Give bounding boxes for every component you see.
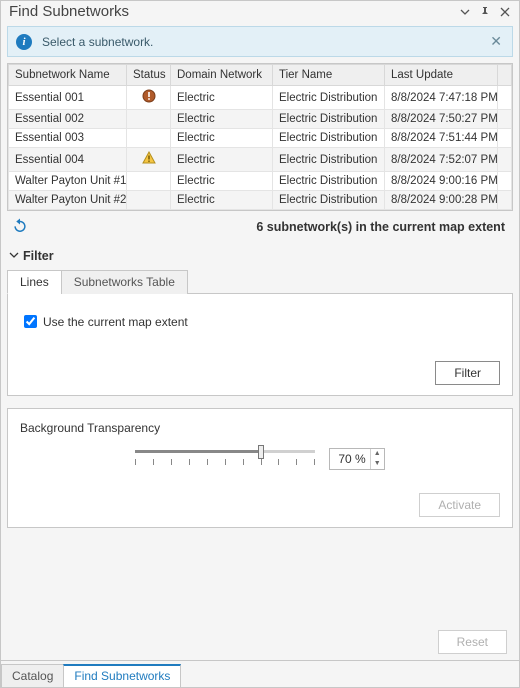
- use-extent-label: Use the current map extent: [43, 315, 188, 329]
- col-subnetwork-name[interactable]: Subnetwork Name: [9, 65, 127, 86]
- info-message: Select a subnetwork.: [42, 35, 488, 49]
- info-close-icon[interactable]: ✕: [488, 33, 504, 50]
- cell-domain-network: Electric: [171, 172, 273, 191]
- filter-expander[interactable]: Filter: [7, 247, 513, 267]
- cell-domain-network: Electric: [171, 129, 273, 148]
- cell-domain-network: Electric: [171, 148, 273, 172]
- table-header-row: Subnetwork Name Status Domain Network Ti…: [9, 65, 512, 86]
- close-icon[interactable]: [497, 4, 513, 20]
- refresh-icon[interactable]: [11, 217, 31, 237]
- col-tier-name[interactable]: Tier Name: [273, 65, 385, 86]
- cell-last-update: 8/8/2024 7:50:27 PM: [385, 110, 498, 129]
- cell-last-update: 8/8/2024 9:00:28 PM: [385, 191, 498, 210]
- use-extent-checkbox[interactable]: [24, 315, 37, 328]
- table-row[interactable]: Walter Payton Unit #1 ElectricElectric Di…: [9, 172, 512, 191]
- cell-subnetwork-name: Essential 004: [9, 148, 127, 172]
- cell-tier-name: Electric Distribution: [273, 191, 385, 210]
- cell-status: [127, 148, 171, 172]
- spinner-up-icon[interactable]: ▲: [371, 449, 384, 459]
- spinner-down-icon[interactable]: ▼: [371, 459, 384, 469]
- transparency-slider[interactable]: [135, 445, 315, 473]
- cell-status: [127, 129, 171, 148]
- cell-subnetwork-name: Essential 002: [9, 110, 127, 129]
- table-row[interactable]: Essential 002 ElectricElectric Distributi…: [9, 110, 512, 129]
- filter-header-label: Filter: [23, 249, 54, 263]
- subnetwork-count-summary: 6 subnetwork(s) in the current map exten…: [31, 220, 509, 234]
- pane-title: Find Subnetworks: [9, 3, 453, 20]
- cell-status: [127, 86, 171, 110]
- table-row[interactable]: Essential 004 ElectricElectric Distributi…: [9, 148, 512, 172]
- cell-tier-name: Electric Distribution: [273, 172, 385, 191]
- use-extent-row[interactable]: Use the current map extent: [20, 312, 500, 331]
- bg-transparency-label: Background Transparency: [20, 421, 500, 435]
- cell-last-update: 8/8/2024 7:51:44 PM: [385, 129, 498, 148]
- info-icon: i: [16, 34, 32, 50]
- options-chevron-icon[interactable]: [457, 4, 473, 20]
- cell-tier-name: Electric Distribution: [273, 110, 385, 129]
- table-row[interactable]: Essential 001 ElectricElectric Distributi…: [9, 86, 512, 110]
- cell-tier-name: Electric Distribution: [273, 86, 385, 110]
- chevron-down-icon: [9, 249, 19, 263]
- cell-status: [127, 191, 171, 210]
- cell-tier-name: Electric Distribution: [273, 148, 385, 172]
- cell-domain-network: Electric: [171, 110, 273, 129]
- cell-status: [127, 172, 171, 191]
- cell-tier-name: Electric Distribution: [273, 129, 385, 148]
- cell-last-update: 8/8/2024 7:47:18 PM: [385, 86, 498, 110]
- col-spacer: [498, 65, 512, 86]
- transparency-value: 70 %: [330, 452, 369, 466]
- bottom-tab-catalog[interactable]: Catalog: [1, 664, 64, 687]
- tab-subnetworks-table[interactable]: Subnetworks Table: [61, 270, 188, 294]
- activate-button[interactable]: Activate: [419, 493, 500, 517]
- cell-last-update: 8/8/2024 9:00:16 PM: [385, 172, 498, 191]
- cell-domain-network: Electric: [171, 86, 273, 110]
- cell-subnetwork-name: Walter Payton Unit #1: [9, 172, 127, 191]
- col-last-update[interactable]: Last Update: [385, 65, 498, 86]
- cell-last-update: 8/8/2024 7:52:07 PM: [385, 148, 498, 172]
- pin-icon[interactable]: [477, 4, 493, 20]
- filter-tabs: Lines Subnetworks Table: [7, 269, 513, 294]
- table-row[interactable]: Essential 003 ElectricElectric Distributi…: [9, 129, 512, 148]
- bottom-tabstrip: Catalog Find Subnetworks: [1, 660, 519, 687]
- cell-domain-network: Electric: [171, 191, 273, 210]
- table-row[interactable]: Walter Payton Unit #2 ElectricElectric Di…: [9, 191, 512, 210]
- cell-subnetwork-name: Walter Payton Unit #2: [9, 191, 127, 210]
- titlebar: Find Subnetworks: [1, 1, 519, 24]
- subnetworks-table: Subnetwork Name Status Domain Network Ti…: [7, 63, 513, 211]
- cell-subnetwork-name: Essential 001: [9, 86, 127, 110]
- filter-button[interactable]: Filter: [435, 361, 500, 385]
- reset-button[interactable]: Reset: [438, 630, 507, 654]
- col-status[interactable]: Status: [127, 65, 171, 86]
- bottom-tab-find-subnetworks[interactable]: Find Subnetworks: [63, 664, 181, 687]
- cell-subnetwork-name: Essential 003: [9, 129, 127, 148]
- transparency-spinner[interactable]: 70 % ▲ ▼: [329, 448, 384, 470]
- cell-status: [127, 110, 171, 129]
- col-domain-network[interactable]: Domain Network: [171, 65, 273, 86]
- tab-lines[interactable]: Lines: [7, 270, 62, 294]
- info-bar: i Select a subnetwork. ✕: [7, 26, 513, 57]
